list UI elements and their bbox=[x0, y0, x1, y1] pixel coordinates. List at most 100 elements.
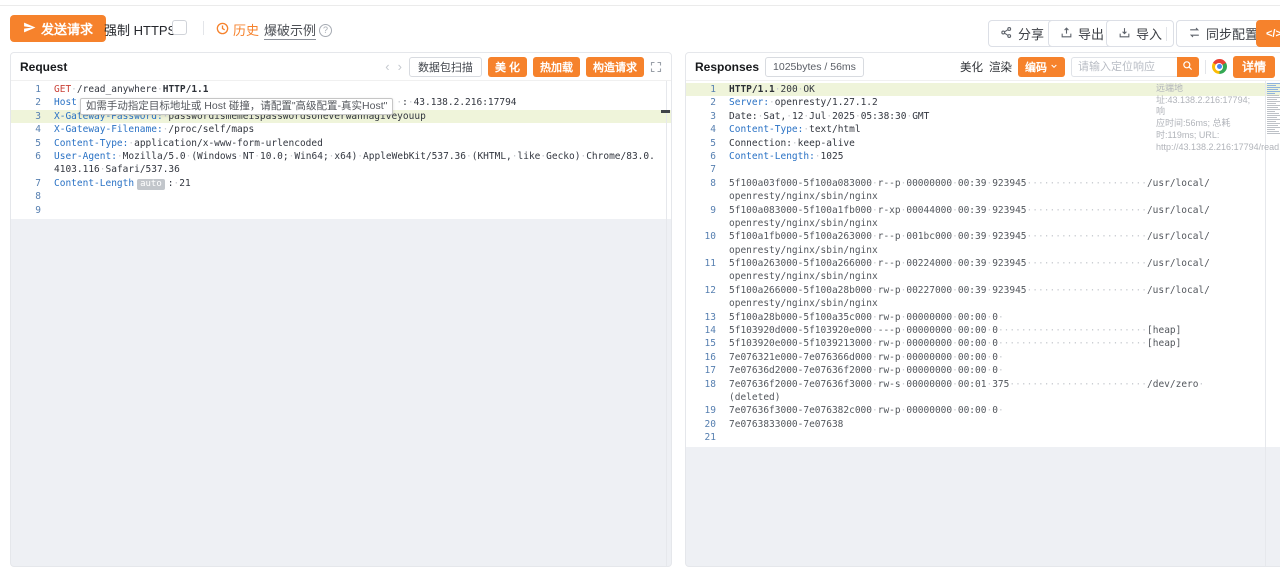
code-row: openresty/nginx/sbin/nginx bbox=[686, 270, 1280, 283]
code-row: 197e07636f3000-7e076382c000·rw-p·0000000… bbox=[686, 404, 1280, 417]
import-button[interactable]: 导入 bbox=[1106, 20, 1174, 47]
line-number: 9 bbox=[11, 204, 41, 217]
code-row: 8 bbox=[11, 190, 671, 203]
request-panel: Request ‹ › 数据包扫描 美 化 热加载 构造请求 1GET·/rea… bbox=[10, 52, 672, 567]
code-row: 207e0763833000-7e07638 bbox=[686, 418, 1280, 431]
line-number: 21 bbox=[686, 431, 716, 444]
request-editor[interactable]: 1GET·/read_anywhere·HTTP/1.12Host如需手动指定目… bbox=[11, 81, 671, 566]
chevron-down-icon bbox=[1050, 61, 1058, 73]
scrollbar-track[interactable] bbox=[666, 81, 667, 566]
code-row: 4X-Gateway-Filename:·/proc/self/maps bbox=[11, 123, 671, 136]
share-icon bbox=[1000, 26, 1013, 42]
code-row: 6User-Agent:·Mozilla/5.0·(Windows·NT·10.… bbox=[11, 150, 671, 163]
export-icon bbox=[1060, 26, 1073, 42]
beautify-response-button[interactable]: 美化 bbox=[960, 59, 983, 75]
help-icon[interactable]: ? bbox=[319, 24, 332, 37]
code-row: openresty/nginx/sbin/nginx bbox=[686, 244, 1280, 257]
divider bbox=[1166, 27, 1167, 41]
code-row: 4103.116·Safari/537.36 bbox=[11, 163, 671, 176]
code-row: 115f100a263000-5f100a266000·r--p·0022400… bbox=[686, 257, 1280, 270]
line-number: 3 bbox=[686, 110, 716, 123]
request-title: Request bbox=[20, 60, 67, 74]
sync-icon bbox=[1188, 26, 1201, 42]
response-panel-header: Responses 1025bytes / 56ms 美化 渲染 编码 详情 bbox=[686, 53, 1280, 81]
host-tooltip: 如需手动指定目标地址或 Host 碰撞，请配置"高级配置-真实Host" bbox=[80, 98, 393, 115]
request-panel-header: Request ‹ › 数据包扫描 美 化 热加载 构造请求 bbox=[11, 53, 671, 81]
construct-request-button[interactable]: 构造请求 bbox=[586, 57, 644, 77]
line-number: 1 bbox=[686, 83, 716, 96]
force-https-checkbox[interactable] bbox=[172, 20, 187, 35]
overview-ruler-marker bbox=[661, 110, 670, 113]
code-row: 135f100a28b000-5f100a35c000·rw-p·0000000… bbox=[686, 311, 1280, 324]
response-stats-badge: 1025bytes / 56ms bbox=[765, 57, 864, 77]
line-number: 4 bbox=[11, 123, 41, 136]
response-editor[interactable]: 1HTTP/1.1·200·OK2Server:·openresty/1.27.… bbox=[686, 81, 1280, 566]
blast-example-link[interactable]: 爆破示例 ? bbox=[264, 20, 332, 40]
line-number: 15 bbox=[686, 337, 716, 350]
line-number: 2 bbox=[11, 96, 41, 109]
line-number: 17 bbox=[686, 364, 716, 377]
line-number: 8 bbox=[11, 190, 41, 203]
code-row: 145f103920d000-5f103920e000·---p·0000000… bbox=[686, 324, 1280, 337]
code-row: 9 bbox=[11, 204, 671, 217]
details-button[interactable]: 详情 bbox=[1233, 56, 1275, 78]
code-row: 177e07636d2000-7e07636f2000·rw-p·0000000… bbox=[686, 364, 1280, 377]
beautify-request-button[interactable]: 美 化 bbox=[488, 57, 527, 77]
paper-plane-icon bbox=[23, 21, 36, 37]
line-number: 2 bbox=[686, 96, 716, 109]
line-number: 7 bbox=[686, 163, 716, 176]
code-row: openresty/nginx/sbin/nginx bbox=[686, 297, 1280, 310]
scrollbar-track[interactable] bbox=[1265, 81, 1266, 566]
code-row: (deleted) bbox=[686, 391, 1280, 404]
import-icon bbox=[1118, 26, 1131, 42]
render-response-button[interactable]: 渲染 bbox=[989, 59, 1012, 75]
chrome-icon[interactable] bbox=[1212, 59, 1227, 74]
force-https-label: 强制 HTTPS bbox=[104, 21, 176, 37]
line-number: 1 bbox=[11, 83, 41, 96]
generate-code-button[interactable]: </> 生成代码 bbox=[1256, 20, 1280, 47]
code-icon: </> bbox=[1266, 28, 1280, 40]
share-button[interactable]: 分享 bbox=[988, 20, 1056, 47]
code-row: 21 bbox=[686, 431, 1280, 444]
line-number: 5 bbox=[11, 137, 41, 150]
line-number: 4 bbox=[686, 123, 716, 136]
search-button[interactable] bbox=[1177, 57, 1199, 77]
code-row: 125f100a266000-5f100a28b000·rw-p·0022700… bbox=[686, 284, 1280, 297]
code-row: 7 bbox=[686, 163, 1280, 176]
minimap[interactable] bbox=[1267, 83, 1280, 139]
code-row: 155f103920e000-5f1039213000·rw-p·0000000… bbox=[686, 337, 1280, 350]
code-row: openresty/nginx/sbin/nginx bbox=[686, 217, 1280, 230]
search-icon bbox=[1182, 59, 1193, 74]
line-number: 20 bbox=[686, 418, 716, 431]
line-number: 7 bbox=[11, 177, 41, 190]
packet-scan-button[interactable]: 数据包扫描 bbox=[409, 57, 482, 77]
send-request-button[interactable]: 发送请求 bbox=[10, 15, 106, 42]
response-search bbox=[1071, 57, 1199, 77]
code-row: 85f100a03f000-5f100a083000·r--p·00000000… bbox=[686, 177, 1280, 190]
code-row: 1GET·/read_anywhere·HTTP/1.1 bbox=[11, 83, 671, 96]
code-row: 187e07636f2000-7e07636f3000·rw-s·0000000… bbox=[686, 378, 1280, 391]
history-button[interactable]: 历史 bbox=[216, 20, 259, 39]
response-panel: Responses 1025bytes / 56ms 美化 渲染 编码 详情 1… bbox=[685, 52, 1280, 567]
line-number: 16 bbox=[686, 351, 716, 364]
code-row: 2Host如需手动指定目标地址或 Host 碰撞，请配置"高级配置-真实Host… bbox=[11, 96, 671, 109]
line-number: 5 bbox=[686, 137, 716, 150]
line-number: 6 bbox=[686, 150, 716, 163]
chevron-left-icon[interactable]: ‹ bbox=[384, 60, 390, 73]
divider bbox=[1205, 60, 1206, 74]
line-number: 13 bbox=[686, 311, 716, 324]
line-number: 14 bbox=[686, 324, 716, 337]
top-toolbar: 发送请求 强制 HTTPS 历史 爆破示例 ? 分享 导出 bbox=[0, 6, 1280, 52]
response-info-overlay: 远端地址:43.138.2.216:17794; 响应时间:56ms; 总耗时:… bbox=[1156, 83, 1260, 153]
encode-dropdown-button[interactable]: 编码 bbox=[1018, 57, 1065, 77]
search-input[interactable] bbox=[1071, 57, 1177, 77]
fullscreen-icon[interactable] bbox=[650, 61, 662, 73]
line-number: 3 bbox=[11, 110, 41, 123]
auto-length-badge[interactable]: auto bbox=[137, 179, 165, 190]
hot-reload-button[interactable]: 热加载 bbox=[533, 57, 580, 77]
code-row: openresty/nginx/sbin/nginx bbox=[686, 190, 1280, 203]
code-row: 167e076321e000-7e076366d000·rw-p·0000000… bbox=[686, 351, 1280, 364]
divider bbox=[203, 21, 204, 35]
line-number: 9 bbox=[686, 204, 716, 217]
chevron-right-icon[interactable]: › bbox=[397, 60, 403, 73]
